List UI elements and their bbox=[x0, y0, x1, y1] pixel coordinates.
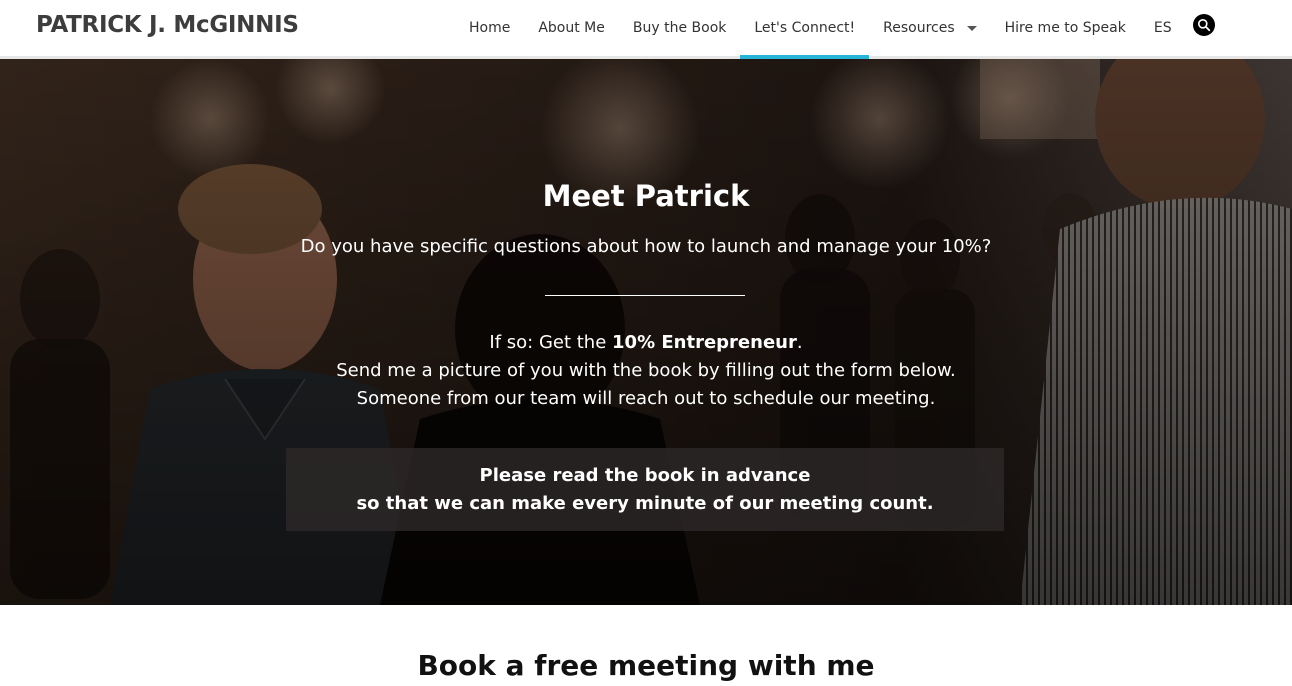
nav-lets-connect-label: Let's Connect! bbox=[754, 20, 856, 36]
hero-divider bbox=[545, 295, 745, 296]
search-icon bbox=[1198, 19, 1211, 32]
nav-hire-me-to-speak-label: Hire me to Speak bbox=[1004, 20, 1126, 36]
site-logo-link[interactable]: PATRICK J. McGINNIS bbox=[36, 10, 299, 40]
book-title: 10% Entrepreneur bbox=[612, 332, 797, 353]
nav-resources[interactable]: Resources bbox=[869, 0, 991, 56]
nav-buy-the-book[interactable]: Buy the Book bbox=[619, 0, 740, 56]
notice-line1: Please read the book in advance bbox=[479, 464, 811, 486]
instruction-line3: Someone from our team will reach out to … bbox=[356, 388, 936, 409]
nav-about-me-label: About Me bbox=[538, 20, 605, 36]
nav-hire-me-to-speak[interactable]: Hire me to Speak bbox=[991, 0, 1140, 56]
section-title: Book a free meeting with me bbox=[417, 649, 875, 682]
nav-lets-connect[interactable]: Let's Connect! bbox=[740, 0, 869, 59]
nav-buy-the-book-label: Buy the Book bbox=[632, 20, 727, 36]
notice-line2: so that we can make every minute of our … bbox=[356, 492, 934, 514]
notice-box: Please read the book in advance so that … bbox=[286, 448, 1004, 531]
nav-resources-label: Resources bbox=[883, 20, 955, 36]
hero-instructions: If so: Get the 10% Entrepreneur. Send me… bbox=[0, 329, 1292, 413]
main-nav: Home About Me Buy the Book Let's Connect… bbox=[455, 0, 1186, 59]
nav-home[interactable]: Home bbox=[455, 0, 524, 56]
chevron-down-icon bbox=[966, 25, 977, 31]
hero-section: Meet Patrick Do you have specific questi… bbox=[0, 59, 1292, 605]
search-button[interactable] bbox=[1193, 14, 1215, 36]
nav-about-me[interactable]: About Me bbox=[524, 0, 619, 56]
instruction-line1-prefix: If so: Get the bbox=[489, 332, 613, 353]
site-header: PATRICK J. McGINNIS Home About Me Buy th… bbox=[0, 0, 1292, 59]
hero-question: Do you have specific questions about how… bbox=[300, 236, 992, 257]
instruction-line1-suffix: . bbox=[796, 332, 803, 353]
hero-title: Meet Patrick bbox=[542, 179, 750, 213]
instruction-line2: Send me a picture of you with the book b… bbox=[336, 360, 956, 381]
nav-language-es-label: ES bbox=[1153, 20, 1172, 36]
nav-language-es[interactable]: ES bbox=[1140, 0, 1186, 56]
hero-content: Meet Patrick Do you have specific questi… bbox=[0, 59, 1292, 605]
nav-home-label: Home bbox=[469, 20, 511, 36]
